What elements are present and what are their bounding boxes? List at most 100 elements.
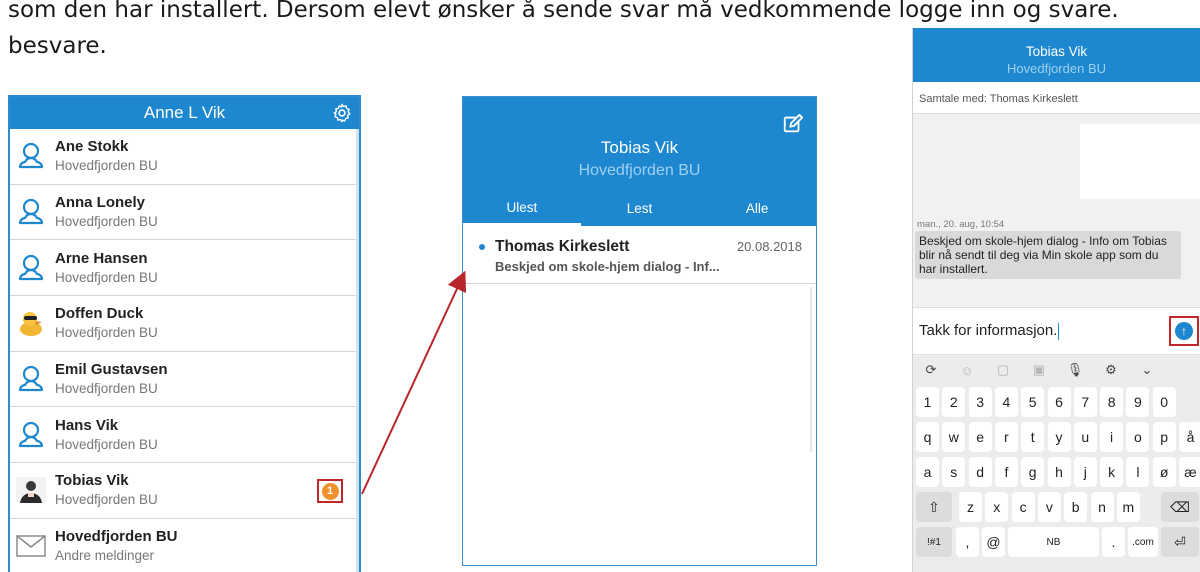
contact-row[interactable]: Hovedfjorden BU Andre meldinger — [10, 519, 359, 572]
gear-icon[interactable] — [331, 102, 353, 124]
key-æ[interactable]: æ — [1179, 457, 1200, 487]
empty-bubble — [1080, 124, 1200, 199]
keyboard-settings-icon[interactable]: ⚙ — [1093, 362, 1129, 378]
key-s[interactable]: s — [942, 457, 966, 487]
contact-subtitle: Hovedfjorden BU — [55, 214, 158, 230]
person-outline-icon — [16, 253, 46, 283]
space-key[interactable]: NB — [1008, 527, 1099, 557]
inbox-tabs: Ulest Lest Alle — [463, 191, 816, 226]
key-ø[interactable]: ø — [1152, 457, 1176, 487]
key-u[interactable]: u — [1073, 422, 1097, 452]
dotcom-key[interactable]: .com — [1128, 527, 1158, 557]
tab-lest[interactable]: Lest — [581, 191, 699, 226]
contact-row[interactable]: Doffen Duck Hovedfjorden BU — [10, 296, 359, 352]
shift-key[interactable]: ⇧ — [916, 492, 952, 522]
message-row[interactable]: Thomas Kirkeslett 20.08.2018 Beskjed om sk… — [463, 226, 816, 284]
contact-name: Ane Stokk — [55, 138, 129, 156]
key-a[interactable]: a — [916, 457, 939, 487]
key-r[interactable]: r — [994, 422, 1018, 452]
tab-alle[interactable]: Alle — [698, 191, 816, 226]
microphone-icon[interactable]: 🎙 — [1057, 362, 1093, 378]
letter-row-2: asdfghjkløæ — [913, 454, 1200, 489]
key-d[interactable]: d — [968, 457, 992, 487]
key-y[interactable]: y — [1047, 422, 1071, 452]
conversation-title: Tobias Vik — [1025, 44, 1088, 59]
text-prediction-icon[interactable]: ⟳ — [913, 362, 949, 378]
key-x[interactable]: x — [985, 492, 1009, 522]
person-outline-icon — [16, 141, 46, 171]
contact-text: Hovedfjorden BU Andre meldinger — [55, 527, 178, 565]
bottom-row: !#1, @ NB. .com ⏎ — [913, 524, 1200, 559]
key-6[interactable]: 6 — [1047, 387, 1071, 417]
contact-text: Doffen Duck Hovedfjorden BU — [55, 304, 158, 342]
symbols-key[interactable]: !#1 — [916, 527, 952, 557]
comma-key[interactable]: , — [956, 527, 979, 557]
contact-text: Hans Vik Hovedfjorden BU — [55, 416, 158, 454]
key-2[interactable]: 2 — [942, 387, 966, 417]
sticker-icon[interactable]: ▢ — [985, 362, 1021, 378]
keyboard-toolbar: ⟳ ☺ ▢ ▣ 🎙 ⚙ ⌄ — [913, 356, 1200, 384]
contact-name: Anna Lonely — [55, 194, 146, 212]
envelope-icon — [16, 531, 46, 561]
key-p[interactable]: p — [1152, 422, 1176, 452]
enter-key[interactable]: ⏎ — [1161, 527, 1199, 557]
unread-dot — [479, 244, 485, 250]
key-9[interactable]: 9 — [1126, 387, 1150, 417]
reply-input[interactable]: Takk for informasjon. — [919, 322, 1060, 340]
key-z[interactable]: z — [959, 492, 982, 522]
conversation-header: Tobias Vik Hovedfjorden BU — [913, 28, 1200, 82]
compose-icon[interactable] — [782, 113, 804, 135]
collapse-icon[interactable]: ⌄ — [1129, 362, 1165, 378]
emoji-icon[interactable]: ☺ — [949, 363, 985, 378]
key-n[interactable]: n — [1090, 492, 1114, 522]
key-l[interactable]: l — [1126, 457, 1150, 487]
person-outline-icon — [16, 364, 46, 394]
key-e[interactable]: e — [968, 422, 992, 452]
inbox-title: Tobias Vik — [600, 138, 679, 157]
key-5[interactable]: 5 — [1021, 387, 1045, 417]
key-b[interactable]: b — [1064, 492, 1088, 522]
key-i[interactable]: i — [1100, 422, 1124, 452]
contact-row[interactable]: Ane Stokk Hovedfjorden BU — [10, 129, 359, 185]
key-0[interactable]: 0 — [1152, 387, 1176, 417]
period-key[interactable]: . — [1102, 527, 1125, 557]
key-q[interactable]: q — [916, 422, 939, 452]
key-1[interactable]: 1 — [916, 387, 939, 417]
key-j[interactable]: j — [1073, 457, 1097, 487]
contact-row[interactable]: Hans Vik Hovedfjorden BU — [10, 407, 359, 464]
reply-field[interactable]: Takk for informasjon. ↑ — [913, 307, 1200, 355]
key-g[interactable]: g — [1021, 457, 1045, 487]
key-c[interactable]: c — [1011, 492, 1035, 522]
message-bubble: Beskjed om skole-hjem dialog - Info om T… — [915, 231, 1181, 279]
key-f[interactable]: f — [994, 457, 1018, 487]
key-t[interactable]: t — [1021, 422, 1045, 452]
document-line-1: som den har installert. Dersom elevt øns… — [8, 0, 1119, 23]
message-date: 20.08.2018 — [736, 239, 802, 254]
key-h[interactable]: h — [1047, 457, 1071, 487]
tab-ulest[interactable]: Ulest — [463, 191, 581, 226]
key-k[interactable]: k — [1100, 457, 1124, 487]
at-key[interactable]: @ — [982, 527, 1005, 557]
key-v[interactable]: v — [1037, 492, 1061, 522]
key-o[interactable]: o — [1126, 422, 1150, 452]
scrollbar[interactable] — [810, 287, 812, 452]
key-w[interactable]: w — [942, 422, 966, 452]
key-m[interactable]: m — [1116, 492, 1140, 522]
unread-badge[interactable]: 1 — [321, 482, 339, 500]
contact-row[interactable]: Tobias Vik Hovedfjorden BU 1 — [10, 463, 359, 519]
key-3[interactable]: 3 — [968, 387, 992, 417]
key-7[interactable]: 7 — [1073, 387, 1097, 417]
key-8[interactable]: 8 — [1100, 387, 1124, 417]
contacts-header: Anne L Vik — [10, 97, 359, 129]
contacts-panel: Anne L Vik Ane Stokk Hovedfjorden BU Anna … — [8, 95, 361, 572]
backspace-key[interactable]: ⌫ — [1161, 492, 1199, 522]
contact-row[interactable]: Emil Gustavsen Hovedfjorden BU — [10, 352, 359, 408]
contact-row[interactable]: Arne Hansen Hovedfjorden BU — [10, 240, 359, 297]
contact-name: Tobias Vik — [55, 472, 129, 490]
key-å[interactable]: å — [1179, 422, 1200, 452]
contact-row[interactable]: Anna Lonely Hovedfjorden BU — [10, 185, 359, 241]
send-arrow-icon[interactable]: ↑ — [1175, 322, 1193, 340]
send-highlight: ↑ — [1169, 316, 1199, 346]
key-4[interactable]: 4 — [994, 387, 1018, 417]
gif-icon[interactable]: ▣ — [1021, 362, 1057, 378]
